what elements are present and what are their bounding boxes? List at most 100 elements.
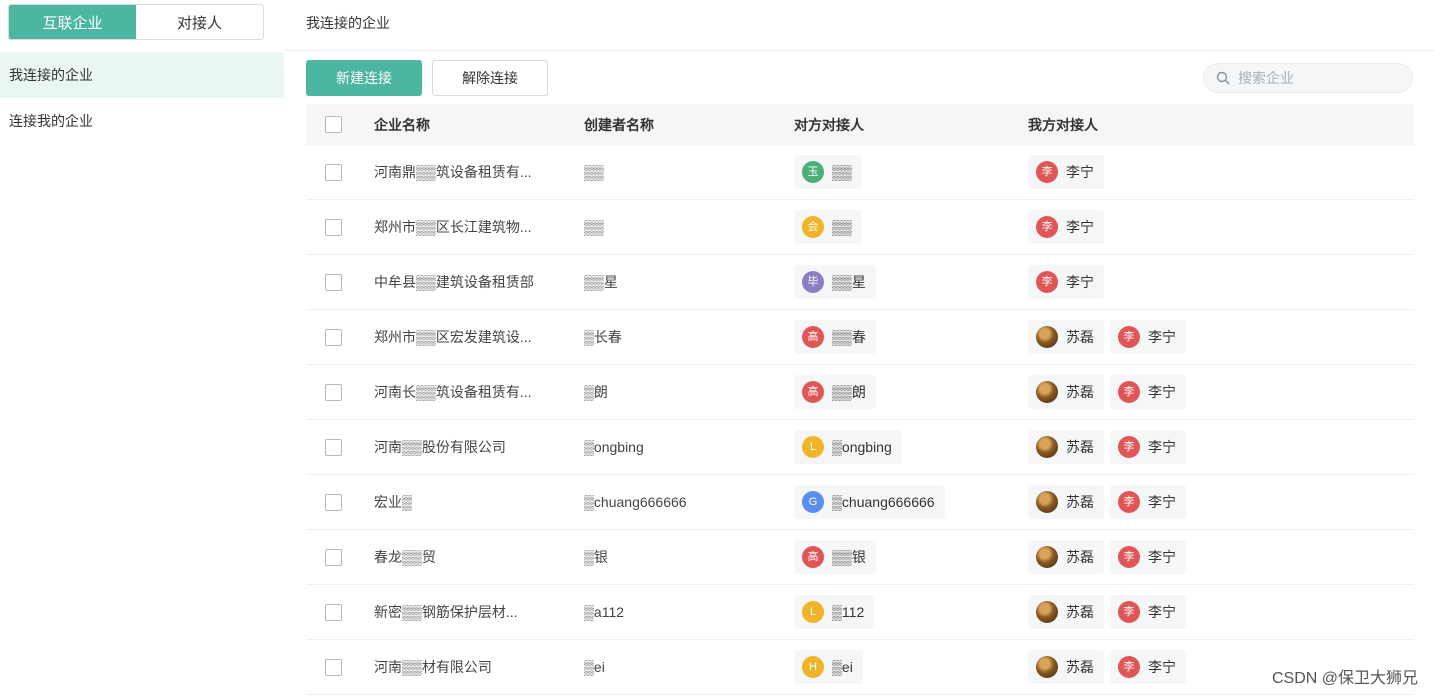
watermark: CSDN @保卫大狮兄 (1271, 670, 1418, 687)
table-row[interactable]: 河南鼎▒▒筑设备租赁有... ▒▒ 玉 ▒▒ 李李宁 (306, 145, 1414, 200)
my-contact-chip[interactable]: 李李宁 (1110, 375, 1186, 409)
my-contact-name: 李宁 (1148, 659, 1176, 675)
table-row[interactable]: 河南▒▒材有限公司 ▒ei H ▒ei 苏磊李李宁 (306, 640, 1414, 695)
my-contact-name: 苏磊 (1066, 384, 1094, 400)
my-contact-chip[interactable]: 苏磊 (1028, 375, 1104, 409)
header-checkbox-cell (325, 104, 342, 145)
my-contact-cell: 苏磊李李宁 (1028, 310, 1186, 364)
my-contact-chip[interactable]: 苏磊 (1028, 320, 1104, 354)
row-checkbox-cell (325, 530, 342, 584)
company-name: 中牟县▒▒建筑设备租赁部 (374, 274, 534, 290)
row-checkbox[interactable] (325, 493, 342, 511)
company-name: 春龙▒▒贸 (374, 549, 436, 565)
table-row[interactable]: 宏业▒ ▒chuang666666 G ▒chuang666666 苏磊李李宁 (306, 475, 1414, 530)
my-contact-name: 苏磊 (1066, 659, 1094, 675)
avatar (1036, 601, 1058, 623)
table-row[interactable]: 新密▒▒钢筋保护层材... ▒a112 L ▒112 苏磊李李宁 (306, 585, 1414, 640)
row-checkbox[interactable] (325, 603, 342, 621)
my-contact-cell: 苏磊李李宁 (1028, 365, 1186, 419)
peer-contact-cell: 高 ▒▒银 (794, 530, 876, 584)
peer-contact-chip[interactable]: 玉 ▒▒ (794, 155, 862, 189)
peer-contact-chip[interactable]: 高 ▒▒朗 (794, 375, 876, 409)
my-contact-chip[interactable]: 李李宁 (1110, 430, 1186, 464)
my-contact-cell: 苏磊李李宁 (1028, 640, 1186, 694)
table-row[interactable]: 中牟县▒▒建筑设备租赁部 ▒▒星毕 ▒▒星李李宁 (306, 255, 1414, 310)
my-contact-chip[interactable]: 苏磊 (1028, 485, 1104, 519)
creator-name: ▒ei (584, 659, 605, 675)
table-row[interactable]: 河南▒▒股份有限公司 ▒ongbing L ▒ongbing 苏磊李李宁 (306, 420, 1414, 475)
my-contact-chip[interactable]: 苏磊 (1028, 540, 1104, 574)
peer-contact-chip[interactable]: L ▒112 (794, 595, 875, 629)
my-contact-chip[interactable]: 李李宁 (1110, 650, 1186, 684)
my-contact-chip[interactable]: 苏磊 (1028, 430, 1104, 464)
column-header-creator: 创建者名称 (584, 116, 654, 133)
my-contact-chip[interactable]: 李李宁 (1110, 595, 1186, 629)
remove-connection-button[interactable]: 解除连接 (432, 60, 548, 96)
my-contact-chip[interactable]: 苏磊 (1028, 650, 1104, 684)
avatar (1036, 656, 1058, 678)
sidebar: 互联企业 对接人 我连接的企业 连接我的企业 (0, 0, 284, 696)
company-name: 河南▒▒材有限公司 (374, 659, 492, 675)
my-contact-cell: 苏磊李李宁 (1028, 420, 1186, 474)
row-checkbox[interactable] (325, 438, 342, 456)
row-checkbox-cell (325, 145, 342, 199)
peer-contact-name: ▒▒银 (832, 549, 866, 565)
row-checkbox[interactable] (325, 218, 342, 236)
my-contact-chip[interactable]: 李李宁 (1110, 540, 1186, 574)
peer-contact-name: ▒▒ (832, 219, 852, 235)
my-contact-name: 李宁 (1148, 494, 1176, 510)
peer-contact-cell: 玉 ▒▒ (794, 145, 862, 199)
new-connection-button[interactable]: 新建连接 (306, 60, 422, 96)
my-contact-name: 李宁 (1148, 384, 1176, 400)
my-contact-chip[interactable]: 李李宁 (1028, 265, 1104, 299)
table-row[interactable]: 郑州市▒▒区长江建筑物... ▒▒ 会 ▒▒ 李李宁 (306, 200, 1414, 255)
row-checkbox[interactable] (325, 658, 342, 676)
my-contact-chip[interactable]: 李李宁 (1028, 210, 1104, 244)
avatar: 毕 (802, 271, 824, 293)
avatar: 李 (1118, 546, 1140, 568)
segmented-control: 互联企业 对接人 (8, 4, 264, 40)
search-box[interactable] (1203, 63, 1413, 93)
peer-contact-chip[interactable]: L ▒ongbing (794, 430, 902, 464)
my-contact-chip[interactable]: 李李宁 (1028, 155, 1104, 189)
row-checkbox-cell (325, 640, 342, 694)
my-contact-chip[interactable]: 李李宁 (1110, 485, 1186, 519)
table-row[interactable]: 河南长▒▒筑设备租赁有... ▒朗高 ▒▒朗 苏磊李李宁 (306, 365, 1414, 420)
row-checkbox-cell (325, 585, 342, 639)
peer-contact-chip[interactable]: H ▒ei (794, 650, 863, 684)
tab-connected-companies[interactable]: 互联企业 (9, 5, 136, 39)
creator-name: ▒▒星 (584, 274, 618, 290)
company-name: 新密▒▒钢筋保护层材... (374, 604, 518, 620)
peer-contact-chip[interactable]: 高 ▒▒银 (794, 540, 876, 574)
avatar: 玉 (802, 161, 824, 183)
sidebar-item-connected-to-me[interactable]: 连接我的企业 (0, 98, 284, 144)
company-name: 宏业▒ (374, 494, 412, 510)
my-contact-chip[interactable]: 苏磊 (1028, 595, 1104, 629)
peer-contact-name: ▒▒星 (832, 274, 866, 290)
row-checkbox[interactable] (325, 548, 342, 566)
avatar: 李 (1118, 381, 1140, 403)
peer-contact-name: ▒▒春 (832, 329, 866, 345)
avatar (1036, 326, 1058, 348)
company-name: 郑州市▒▒区宏发建筑设... (374, 329, 532, 345)
row-checkbox[interactable] (325, 328, 342, 346)
table-row[interactable]: 郑州市▒▒区宏发建筑设... ▒长春高 ▒▒春 苏磊李李宁 (306, 310, 1414, 365)
my-contact-chip[interactable]: 李李宁 (1110, 320, 1186, 354)
select-all-checkbox[interactable] (325, 116, 342, 133)
row-checkbox[interactable] (325, 273, 342, 291)
my-contact-name: 李宁 (1148, 549, 1176, 565)
creator-name: ▒a112 (584, 604, 625, 620)
table-row[interactable]: 春龙▒▒贸 ▒银高 ▒▒银 苏磊李李宁 (306, 530, 1414, 585)
sidebar-item-my-connected[interactable]: 我连接的企业 (0, 52, 284, 98)
row-checkbox[interactable] (325, 163, 342, 181)
avatar: 李 (1036, 216, 1058, 238)
peer-contact-chip[interactable]: G ▒chuang666666 (794, 485, 945, 519)
avatar: 李 (1036, 161, 1058, 183)
peer-contact-chip[interactable]: 高 ▒▒春 (794, 320, 876, 354)
creator-name: ▒▒ (584, 219, 604, 235)
peer-contact-chip[interactable]: 会 ▒▒ (794, 210, 862, 244)
peer-contact-chip[interactable]: 毕 ▒▒星 (794, 265, 876, 299)
search-input[interactable] (1236, 69, 1410, 87)
tab-contacts[interactable]: 对接人 (136, 5, 263, 39)
row-checkbox[interactable] (325, 383, 342, 401)
